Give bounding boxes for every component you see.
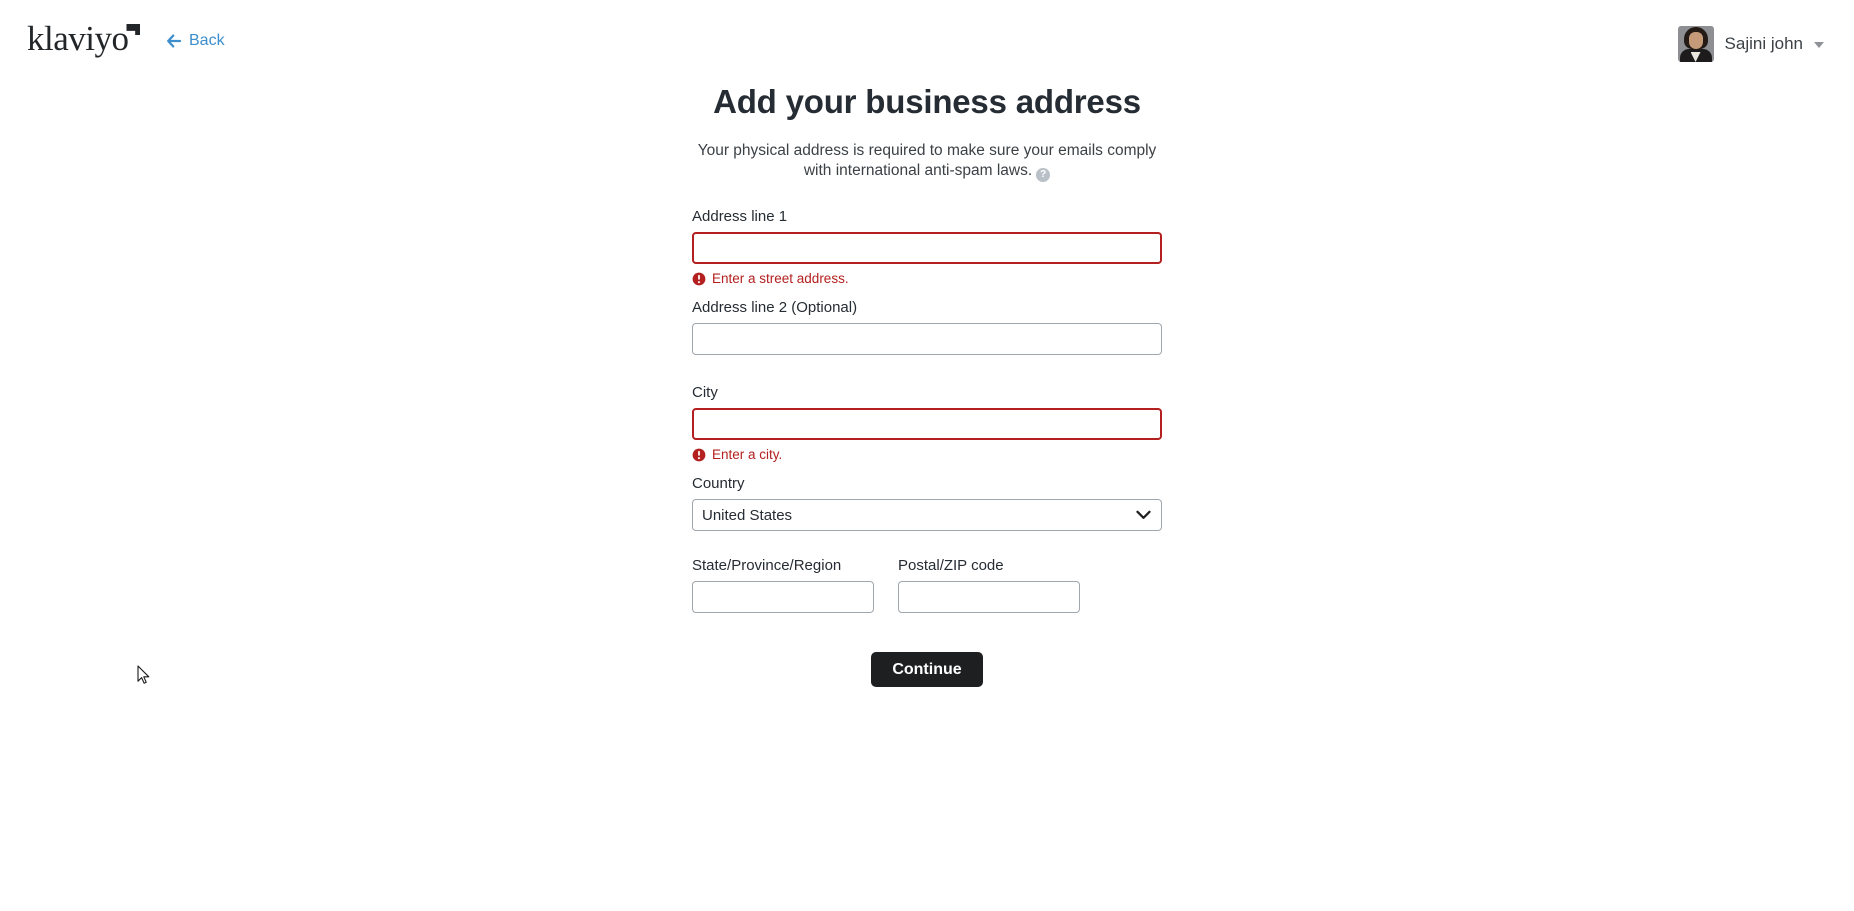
postal-code-input[interactable] (898, 581, 1080, 613)
user-name-label: Sajini john (1724, 34, 1803, 53)
arrow-left-icon (167, 34, 182, 48)
back-link-label: Back (189, 32, 225, 49)
submit-row: Continue (692, 652, 1162, 687)
city-input[interactable] (692, 408, 1162, 440)
question-mark-circle-icon[interactable]: ? (1036, 168, 1051, 182)
postal-code-label: Postal/ZIP code (898, 557, 1004, 574)
country-select[interactable]: United States (692, 499, 1162, 531)
country-select-wrap: United States (692, 499, 1162, 531)
address-line-2-input[interactable] (692, 323, 1162, 355)
address-line-1-error: Enter a street address. (692, 271, 1162, 286)
exclamation-circle-icon (692, 448, 706, 461)
continue-button[interactable]: Continue (871, 652, 983, 687)
logo-wordmark: klaviyo (27, 19, 129, 58)
field-city: City Enter a city. (692, 384, 1162, 462)
chevron-down-icon[interactable] (1814, 42, 1824, 48)
address-line-1-error-text: Enter a street address. (712, 271, 849, 286)
field-state: State/Province/Region (692, 557, 874, 613)
page-title: Add your business address (713, 83, 1141, 120)
page-subtitle: Your physical address is required to mak… (692, 141, 1162, 182)
klaviyo-logo[interactable]: klaviyo (27, 19, 141, 58)
field-postal-code: Postal/ZIP code (898, 557, 1080, 613)
top-bar: klaviyo Back Sajini john (0, 0, 1854, 82)
business-address-form: Address line 1 Enter a street address. A… (692, 208, 1162, 687)
address-line-1-input[interactable] (692, 232, 1162, 264)
field-country: Country United States (692, 475, 1162, 531)
field-address-line-2: Address line 2 (Optional) (692, 299, 1162, 355)
user-menu[interactable]: Sajini john (1677, 26, 1824, 62)
city-error-text: Enter a city. (712, 447, 783, 462)
avatar (1677, 26, 1714, 62)
country-label: Country (692, 475, 745, 492)
address-line-1-label: Address line 1 (692, 208, 788, 225)
field-address-line-1: Address line 1 Enter a street address. (692, 208, 1162, 286)
city-label: City (692, 384, 718, 401)
address-line-2-label: Address line 2 (Optional) (692, 299, 858, 316)
back-link[interactable]: Back (166, 32, 225, 50)
exclamation-circle-icon (692, 272, 706, 285)
state-postal-row: State/Province/Region Postal/ZIP code (692, 557, 1162, 613)
city-error: Enter a city. (692, 447, 1162, 462)
state-label: State/Province/Region (692, 557, 842, 574)
klaviyo-flag-mark-icon (126, 24, 141, 35)
avatar-face (1688, 32, 1703, 49)
page-subtitle-text: Your physical address is required to mak… (697, 142, 1157, 179)
state-input[interactable] (692, 581, 874, 613)
main-content: Add your business address Your physical … (0, 82, 1854, 687)
